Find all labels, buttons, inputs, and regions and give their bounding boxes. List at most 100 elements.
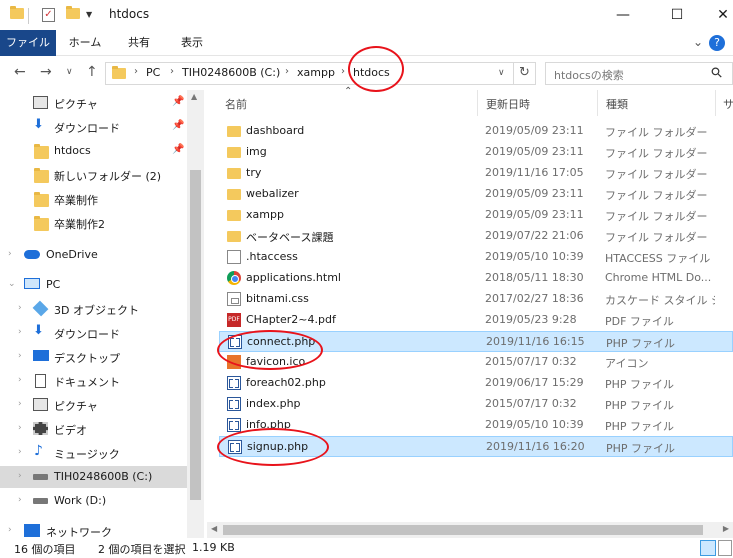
table-row[interactable]: webalizer 2019/05/09 23:11 ファイル フォルダー: [219, 184, 733, 205]
table-row[interactable]: ベータベース課題 2019/07/22 21:06 ファイル フォルダー: [219, 226, 733, 247]
sidebar-item-graduation-work-2[interactable]: 卒業制作2: [0, 212, 187, 234]
sidebar-item-htdocs[interactable]: htdocs 📌: [0, 140, 187, 162]
table-row[interactable]: PDF CHapter2~4.pdf 2019/05/23 9:28 PDF ファイル: [219, 310, 733, 331]
sidebar-item-music[interactable]: › ♪ ミュージック: [0, 442, 187, 464]
tab-share[interactable]: 共有: [116, 30, 162, 56]
sidebar-item-pc[interactable]: ⌄ PC: [0, 274, 187, 296]
recent-dropdown-icon[interactable]: ∨: [66, 67, 73, 77]
close-button[interactable]: ✕: [700, 0, 733, 30]
chevron-down-icon[interactable]: ⌄: [8, 279, 16, 289]
table-row[interactable]: signup.php 2019/11/16 16:20 PHP ファイル: [219, 436, 733, 457]
properties-icon[interactable]: ✓: [42, 8, 55, 22]
search-icon[interactable]: ⚲: [708, 64, 727, 83]
table-row[interactable]: connect.php 2019/11/16 16:15 PHP ファイル: [219, 331, 733, 352]
folder-icon: [227, 231, 241, 242]
chevron-down-icon[interactable]: ⌄: [693, 35, 703, 49]
large-icons-view-icon[interactable]: [718, 540, 732, 556]
chevron-right-icon[interactable]: ›: [18, 327, 22, 337]
table-row[interactable]: try 2019/11/16 17:05 ファイル フォルダー: [219, 163, 733, 184]
help-icon[interactable]: ?: [709, 35, 725, 51]
sidebar-item-documents[interactable]: › ドキュメント: [0, 370, 187, 392]
breadcrumb-htdocs[interactable]: htdocs: [353, 66, 390, 79]
tab-file[interactable]: ファイル: [0, 30, 56, 56]
sidebar-item-new-folder-2[interactable]: 新しいフォルダー (2): [0, 164, 187, 186]
table-row[interactable]: favicon.ico 2015/07/17 0:32 アイコン: [219, 352, 733, 373]
file-name: foreach02.php: [246, 376, 326, 389]
table-row[interactable]: img 2019/05/09 23:11 ファイル フォルダー: [219, 142, 733, 163]
search-input[interactable]: htdocsの検索 ⚲: [545, 62, 733, 85]
pin-icon[interactable]: 📌: [172, 120, 184, 131]
sidebar-item-3d-objects[interactable]: › 3D オブジェクト: [0, 298, 187, 320]
column-header-size[interactable]: サ: [723, 96, 733, 112]
table-row[interactable]: info.php 2019/05/10 10:39 PHP ファイル: [219, 415, 733, 436]
chevron-right-icon[interactable]: ›: [18, 375, 22, 385]
file-date: 2019/05/23 9:28: [485, 313, 577, 326]
chevron-right-icon[interactable]: ›: [8, 525, 12, 535]
sidebar-item-downloads-pc[interactable]: › ⬇ ダウンロード: [0, 322, 187, 344]
chevron-right-icon[interactable]: ›: [18, 495, 22, 505]
column-header-name[interactable]: 名前: [225, 96, 247, 112]
chevron-right-icon[interactable]: ›: [285, 66, 289, 77]
table-row[interactable]: .htaccess 2019/05/10 10:39 HTACCESS ファイル: [219, 247, 733, 268]
pin-icon[interactable]: 📌: [172, 144, 184, 155]
maximize-button[interactable]: ☐: [654, 0, 700, 30]
table-row[interactable]: foreach02.php 2019/06/17 15:29 PHP ファイル: [219, 373, 733, 394]
search-placeholder: htdocsの検索: [554, 69, 624, 82]
table-row[interactable]: dashboard 2019/05/09 23:11 ファイル フォルダー: [219, 121, 733, 142]
scroll-up-icon[interactable]: ▲: [191, 92, 197, 101]
details-view-icon[interactable]: [700, 540, 716, 556]
back-arrow-icon[interactable]: ←: [14, 64, 26, 80]
sidebar-item-videos[interactable]: › ビデオ: [0, 418, 187, 440]
sidebar-item-drive-c[interactable]: › TIH0248600B (C:): [0, 466, 187, 488]
chevron-right-icon[interactable]: ›: [18, 447, 22, 457]
download-icon: ⬇: [33, 117, 44, 132]
breadcrumb-xampp[interactable]: xampp: [297, 66, 335, 79]
chevron-right-icon[interactable]: ›: [170, 66, 174, 77]
chevron-right-icon[interactable]: ›: [18, 303, 22, 313]
horizontal-scrollbar[interactable]: ◀ ▶: [207, 522, 733, 538]
quick-access-dropdown-icon[interactable]: ▼: [86, 10, 92, 19]
refresh-icon[interactable]: ↻: [513, 62, 535, 85]
table-row[interactable]: index.php 2015/07/17 0:32 PHP ファイル: [219, 394, 733, 415]
tab-home[interactable]: ホーム: [60, 30, 110, 56]
scrollbar-thumb[interactable]: [190, 170, 201, 500]
sidebar-item-drive-d[interactable]: › Work (D:): [0, 490, 187, 512]
sidebar-item-onedrive[interactable]: › OneDrive: [0, 244, 187, 266]
column-header-date[interactable]: 更新日時: [486, 96, 530, 112]
sidebar-item-pictures[interactable]: ピクチャ 📌: [0, 92, 187, 114]
table-row[interactable]: bitnami.css 2017/02/27 18:36 カスケード スタイル シ.…: [219, 289, 733, 310]
sidebar-item-desktop[interactable]: › デスクトップ: [0, 346, 187, 368]
up-arrow-icon[interactable]: ↑: [86, 64, 98, 80]
scroll-left-icon[interactable]: ◀: [211, 524, 217, 533]
chevron-right-icon[interactable]: ›: [18, 399, 22, 409]
file-type: ファイル フォルダー: [605, 126, 708, 139]
sidebar-item-downloads[interactable]: ⬇ ダウンロード 📌: [0, 116, 187, 138]
column-header-type[interactable]: 種類: [606, 96, 628, 112]
address-bar[interactable]: › PC › TIH0248600B (C:) › xampp › htdocs…: [105, 62, 536, 85]
address-dropdown-icon[interactable]: ∨: [498, 68, 505, 78]
chevron-right-icon[interactable]: ›: [134, 66, 138, 77]
chevron-right-icon[interactable]: ›: [8, 249, 12, 259]
sidebar-scrollbar[interactable]: ▲: [187, 90, 204, 538]
chevron-right-icon[interactable]: ›: [18, 423, 22, 433]
sidebar-item-network[interactable]: › ネットワーク: [0, 520, 187, 538]
table-row[interactable]: xampp 2019/05/09 23:11 ファイル フォルダー: [219, 205, 733, 226]
sidebar-item-pictures-pc[interactable]: › ピクチャ: [0, 394, 187, 416]
table-row[interactable]: applications.html 2018/05/11 18:30 Chrome …: [219, 268, 733, 289]
minimize-button[interactable]: —: [600, 0, 646, 30]
chevron-right-icon[interactable]: ›: [18, 351, 22, 361]
breadcrumb-drive[interactable]: TIH0248600B (C:): [182, 66, 280, 79]
chevron-right-icon[interactable]: ›: [18, 471, 22, 481]
pin-icon[interactable]: 📌: [172, 96, 184, 107]
sidebar-item-graduation-work[interactable]: 卒業制作: [0, 188, 187, 210]
tab-view[interactable]: 表示: [168, 30, 216, 56]
scroll-right-icon[interactable]: ▶: [723, 524, 729, 533]
breadcrumb-pc[interactable]: PC: [146, 66, 160, 79]
chevron-right-icon[interactable]: ›: [341, 66, 345, 77]
download-icon: ⬇: [33, 323, 44, 338]
forward-arrow-icon[interactable]: →: [40, 64, 52, 80]
file-date: 2019/05/09 23:11: [485, 208, 584, 221]
scrollbar-thumb[interactable]: [223, 525, 703, 535]
drive-icon: [33, 498, 48, 504]
php-file-icon: [227, 397, 241, 411]
